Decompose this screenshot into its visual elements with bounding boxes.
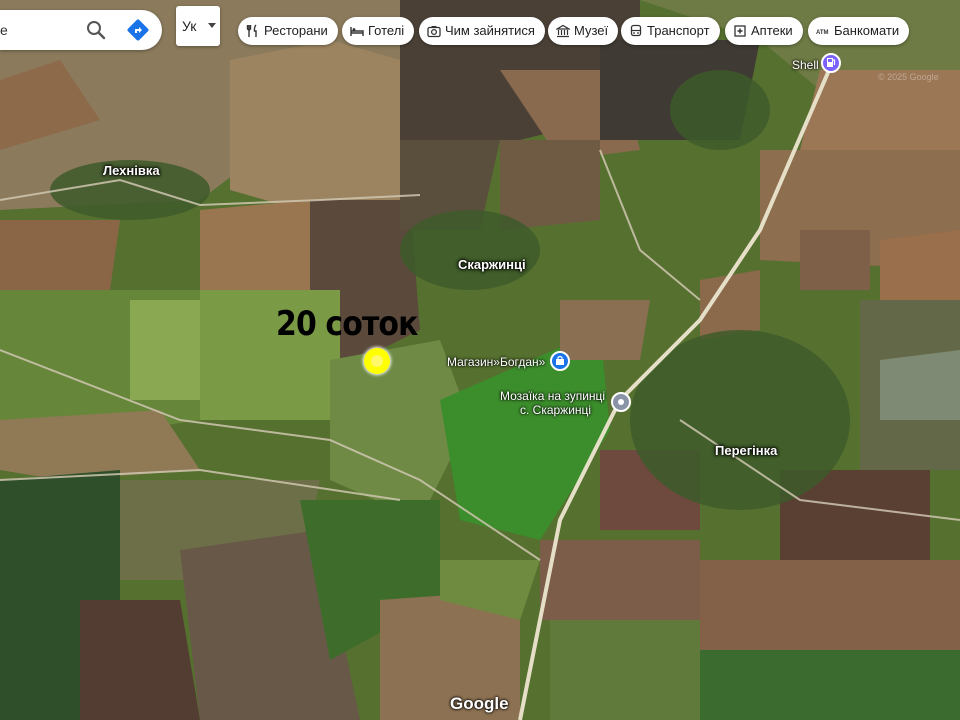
search-box — [0, 10, 162, 50]
chip-things-to-do[interactable]: Чим зайнятися — [419, 17, 545, 45]
chip-label: Банкомати — [834, 23, 900, 38]
chip-hotels[interactable]: Готелі — [342, 17, 415, 45]
camera-icon — [427, 26, 441, 38]
chip-museums[interactable]: Музеї — [548, 17, 619, 45]
museum-icon — [556, 24, 570, 38]
chip-label: Чим зайнятися — [445, 23, 535, 38]
language-select[interactable]: Ук — [176, 6, 220, 46]
place-label-lekhnivka[interactable]: Лехнівка — [103, 163, 160, 178]
poi-stop-label[interactable]: Мозаїка на зупинці с. Скаржинці — [500, 389, 605, 417]
chevron-down-icon — [208, 23, 216, 28]
chip-label: Готелі — [368, 23, 405, 38]
chip-atms[interactable]: ATM Банкомати — [808, 17, 910, 45]
google-logo: Google — [450, 694, 509, 713]
atm-icon: ATM — [816, 30, 829, 36]
fork-knife-icon — [246, 24, 257, 37]
gas-station-icon[interactable] — [821, 53, 841, 73]
attraction-icon[interactable] — [611, 392, 631, 412]
area-annotation: 20 соток — [276, 304, 418, 344]
chip-restaurants[interactable]: Ресторани — [238, 17, 338, 45]
shopping-bag-icon[interactable] — [550, 351, 570, 371]
copyright-text: © 2025 Google — [878, 72, 939, 82]
chip-label: Транспорт — [647, 23, 710, 38]
chip-label: Аптеки — [751, 23, 793, 38]
search-icon[interactable] — [84, 18, 108, 42]
chip-label: Ресторани — [264, 23, 328, 38]
place-label-skarzhyntsi[interactable]: Скаржинці — [458, 257, 526, 272]
language-select-value: Ук — [182, 18, 197, 34]
location-marker-dot — [371, 355, 383, 367]
place-label-perehinka[interactable]: Перегінка — [715, 443, 777, 458]
poi-shell-label[interactable]: Shell — [792, 58, 819, 72]
poi-stop-label-line1: Мозаїка на зупинці — [500, 389, 606, 403]
pharmacy-icon — [734, 25, 746, 37]
bus-icon — [630, 24, 642, 37]
poi-shop-label[interactable]: Магазин»Богдан» — [447, 355, 545, 369]
directions-icon[interactable] — [126, 18, 150, 42]
svg-text:ATM: ATM — [816, 30, 829, 36]
search-input[interactable] — [0, 10, 72, 50]
chip-pharmacies[interactable]: Аптеки — [725, 17, 803, 45]
location-marker[interactable] — [364, 348, 390, 374]
bed-icon — [350, 27, 364, 36]
chip-transport[interactable]: Транспорт — [621, 17, 720, 45]
poi-stop-label-line2: с. Скаржинці — [519, 403, 592, 417]
chip-label: Музеї — [574, 23, 609, 38]
